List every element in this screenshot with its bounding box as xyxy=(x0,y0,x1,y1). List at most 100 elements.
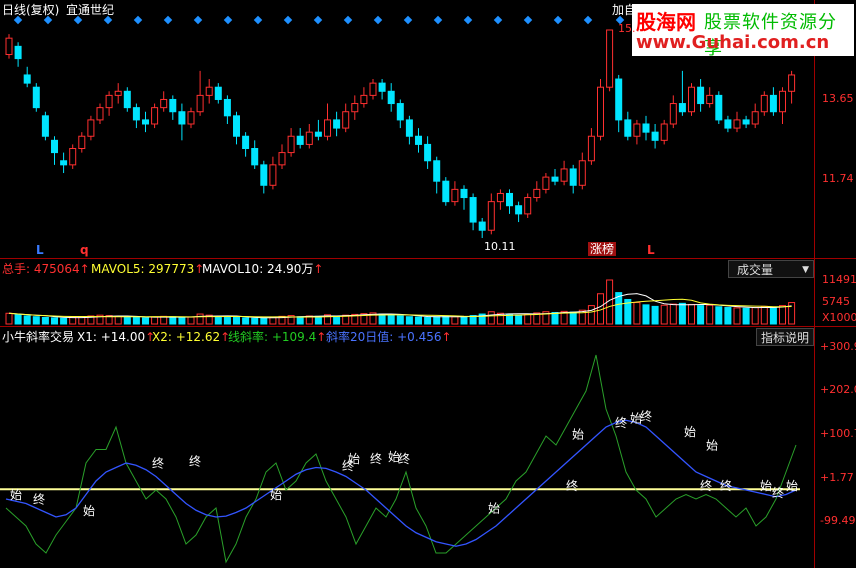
diamond-marker xyxy=(223,15,233,25)
candle-body xyxy=(624,119,632,137)
candle-body xyxy=(433,160,441,182)
signal-end-mark: 终 xyxy=(152,456,164,471)
candle-body xyxy=(487,201,495,231)
diamond-marker xyxy=(103,15,113,25)
diamond-marker xyxy=(373,15,383,25)
candle-body xyxy=(606,29,614,88)
volume-bar xyxy=(296,316,304,325)
diamond-marker xyxy=(73,15,83,25)
candle-body xyxy=(351,103,359,113)
diamond-marker xyxy=(583,15,593,25)
candle-body xyxy=(324,119,331,137)
candle-body xyxy=(597,86,604,137)
candle-body xyxy=(69,148,77,166)
candle-body xyxy=(533,188,541,199)
candle-body xyxy=(196,94,204,113)
candle-body xyxy=(87,119,95,137)
candle-body xyxy=(560,168,568,182)
volume-tick-3: X1000 xyxy=(822,311,856,324)
diamond-marker xyxy=(193,15,203,25)
volume-bar xyxy=(724,307,732,325)
candle-body xyxy=(260,164,268,186)
candle-body xyxy=(396,103,404,121)
candle-body xyxy=(51,139,58,154)
volume-bar xyxy=(433,316,441,325)
volume-bar xyxy=(32,316,40,325)
signal-end-mark: 终 xyxy=(720,478,732,493)
signal-start-mark: 始 xyxy=(760,479,772,493)
diamond-marker xyxy=(493,15,503,25)
volume-bar xyxy=(405,316,413,325)
signal-end-mark: 终 xyxy=(566,478,578,493)
candle-body xyxy=(633,123,641,137)
signal-end-mark: 终 xyxy=(615,415,627,430)
signal-start-mark: 始 xyxy=(786,479,798,493)
signal-end-mark: 终 xyxy=(700,478,712,493)
volume-bar xyxy=(14,314,22,325)
volume-bar xyxy=(242,317,250,325)
candle-body xyxy=(296,135,304,145)
panel-divider-mid xyxy=(0,326,856,327)
volume-bar xyxy=(114,315,122,325)
volume-bar xyxy=(697,305,705,325)
volume-bar xyxy=(651,305,659,325)
volume-bar xyxy=(132,316,140,325)
volume-bar xyxy=(587,305,595,325)
candle-body xyxy=(615,78,623,121)
candle-body xyxy=(5,37,13,56)
candle-body xyxy=(405,119,413,137)
volume-bar xyxy=(642,304,650,325)
candle-body xyxy=(478,221,486,231)
candle-body xyxy=(515,205,523,215)
volume-bar xyxy=(551,312,559,325)
volume-bar xyxy=(41,316,49,325)
candle-body xyxy=(688,86,695,113)
signal-start-mark: 始 xyxy=(348,452,360,466)
volume-bar xyxy=(169,316,177,325)
volume-bar xyxy=(333,315,341,325)
volume-bar xyxy=(5,312,13,325)
candle-body xyxy=(460,188,468,199)
signal-start-mark: 始 xyxy=(270,488,282,502)
indicator-tick-5: -99.49 xyxy=(820,514,856,527)
signal-end-mark: 终 xyxy=(640,408,652,423)
candle-body xyxy=(123,90,131,109)
volume-bar xyxy=(669,303,677,325)
candle-body xyxy=(269,164,277,186)
volume-bar xyxy=(187,316,195,325)
signal-start-mark: 始 xyxy=(572,427,584,441)
candle-body xyxy=(442,180,450,203)
diamond-marker xyxy=(343,15,353,25)
volume-bar xyxy=(742,307,750,325)
volume-bar xyxy=(387,314,395,325)
candle-body xyxy=(424,143,432,162)
signal-start-mark: 始 xyxy=(706,439,718,453)
signal-start-mark: 始 xyxy=(488,502,500,516)
volume-bar xyxy=(260,317,268,325)
volume-bar xyxy=(760,305,768,325)
volume-bar xyxy=(151,316,159,325)
volume-bar xyxy=(251,317,259,325)
candle-body xyxy=(706,94,714,105)
candle-body xyxy=(751,111,759,125)
diamond-marker xyxy=(463,15,473,25)
candle-body xyxy=(496,192,504,203)
volume-bar xyxy=(524,313,532,325)
candle-body xyxy=(187,111,195,125)
candle-body xyxy=(551,176,559,182)
candle-body xyxy=(169,98,177,113)
candle-body xyxy=(41,115,49,137)
price-tick-1: 13.65 xyxy=(822,92,854,105)
axis-divider xyxy=(814,0,815,568)
candle-body xyxy=(733,119,741,129)
signal-end-mark: 终 xyxy=(33,492,45,507)
candle-body xyxy=(214,86,222,100)
candle-body xyxy=(779,90,786,113)
diamond-marker xyxy=(13,15,23,25)
volume-tick-1: 11491 xyxy=(822,273,856,286)
volume-bar xyxy=(233,316,240,325)
indicator-chart: 始终始终 终始终始终始终始始终终 始终始始终终始终始 xyxy=(0,354,800,564)
candle-body xyxy=(678,103,686,113)
volume-bar xyxy=(633,302,641,325)
candle-body xyxy=(60,160,68,166)
